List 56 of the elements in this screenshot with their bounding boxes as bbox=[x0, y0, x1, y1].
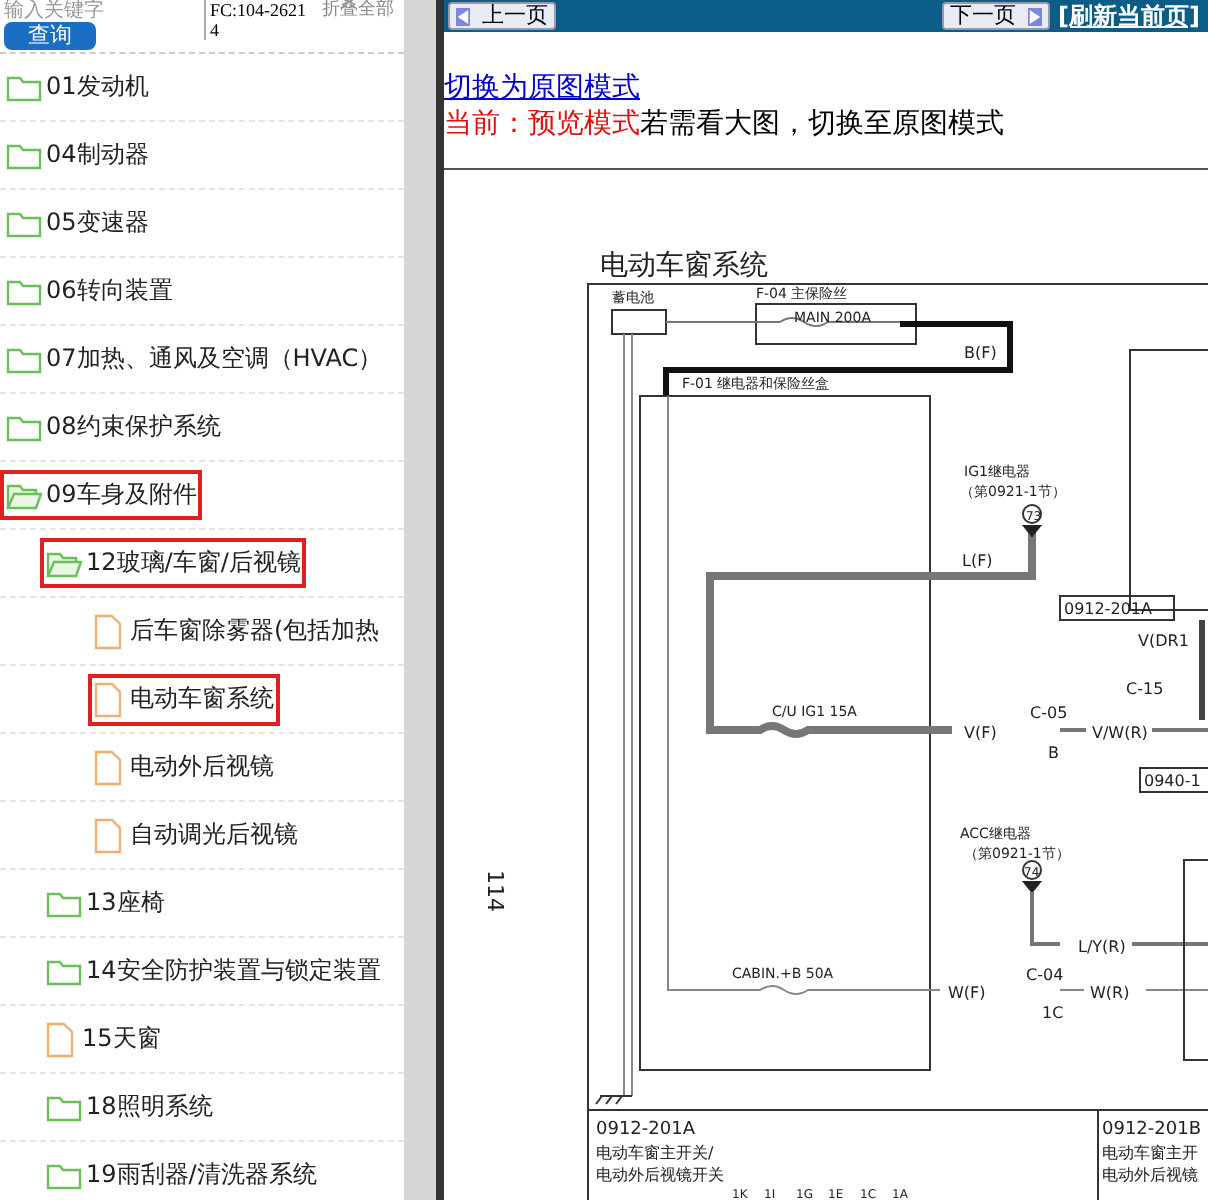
tree-item[interactable]: 13座椅 bbox=[40, 878, 171, 928]
tree-item[interactable]: 电动车窗系统 bbox=[88, 673, 280, 725]
diagram-title: 电动车窗系统 bbox=[600, 250, 768, 282]
scrollbar-track[interactable] bbox=[404, 0, 436, 1200]
diagram-label: L/Y(R) bbox=[1078, 938, 1126, 956]
tree-item[interactable]: 后车窗除雾器(包括加热 bbox=[88, 605, 386, 657]
component-name: 电动车窗主开 bbox=[1102, 1144, 1198, 1162]
mode-hint: 若需看大图，切换至原图模式 bbox=[640, 108, 1004, 140]
page-number: 114 bbox=[482, 870, 508, 912]
document-icon bbox=[94, 613, 122, 649]
tree-item[interactable]: 电动外后视镜 bbox=[88, 741, 280, 793]
diagram-label: C-04 bbox=[1026, 966, 1064, 984]
document-icon bbox=[94, 681, 122, 717]
diagram-label: 0940-1 bbox=[1144, 772, 1201, 790]
diagram-label: L(F) bbox=[962, 552, 993, 570]
tree-item[interactable]: 12玻璃/车窗/后视镜 bbox=[40, 538, 307, 588]
tree-item[interactable]: 15天窗 bbox=[40, 1013, 167, 1065]
refresh-link[interactable]: [刷新当前页] bbox=[1058, 0, 1204, 33]
diagram-label: C-05 bbox=[1030, 704, 1068, 722]
diagram-label: W(R) bbox=[1090, 984, 1130, 1002]
component-name: 电动外后视镜 bbox=[1102, 1166, 1198, 1184]
diagram-label: 1C bbox=[1042, 1004, 1064, 1022]
tree-item[interactable]: 08约束保护系统 bbox=[0, 402, 227, 452]
tree-item[interactable]: 18照明系统 bbox=[40, 1082, 219, 1132]
tree-item[interactable]: 05变速器 bbox=[0, 198, 155, 248]
code-label: FC:104-26214 bbox=[204, 0, 314, 40]
search-button[interactable]: 查询 bbox=[4, 22, 96, 50]
diagram-label: W(F) bbox=[948, 984, 986, 1002]
previous-page-button[interactable]: 上一页 bbox=[448, 2, 556, 30]
component-name: 电动外后视镜开关 bbox=[596, 1166, 724, 1184]
diagram-label: 0912-201A bbox=[1064, 600, 1152, 618]
document-icon bbox=[94, 817, 122, 853]
component-code: 0912-201B bbox=[1102, 1120, 1202, 1140]
right-arrow-icon bbox=[1028, 7, 1043, 25]
tree-item[interactable]: 06转向装置 bbox=[0, 266, 179, 316]
diagram-label: V(F) bbox=[964, 724, 997, 742]
diagram-label: B(F) bbox=[964, 344, 997, 362]
tree-item[interactable]: 自动调光后视镜 bbox=[88, 809, 304, 861]
tree-item[interactable]: 14安全防护装置与锁定装置 bbox=[40, 946, 387, 996]
document-icon bbox=[94, 749, 122, 785]
diagram-label: C-15 bbox=[1126, 680, 1164, 698]
tree-item[interactable]: 09车身及附件 bbox=[0, 470, 203, 520]
original-mode-link[interactable]: 切换为原图模式 bbox=[444, 70, 1208, 106]
tree-item[interactable]: 01发动机 bbox=[0, 62, 155, 112]
diagram-label: V(DR1 bbox=[1138, 632, 1189, 650]
document-icon bbox=[46, 1021, 74, 1057]
diagram-label: B bbox=[1048, 744, 1059, 762]
next-page-button[interactable]: 下一页 bbox=[942, 2, 1051, 30]
component-name: 电动车窗主开关/ bbox=[596, 1144, 714, 1162]
component-code: 0912-201A bbox=[596, 1120, 695, 1140]
tree-item[interactable]: 04制动器 bbox=[0, 130, 155, 180]
diagram-label: V/W(R) bbox=[1092, 724, 1148, 742]
tree-item[interactable]: 07加热、通风及空调（HVAC） bbox=[0, 334, 389, 384]
tree-item[interactable]: 19雨刮器/清洗器系统 bbox=[40, 1150, 323, 1200]
left-arrow-icon bbox=[456, 7, 470, 25]
mode-status: 当前：预览模式 bbox=[444, 108, 640, 140]
